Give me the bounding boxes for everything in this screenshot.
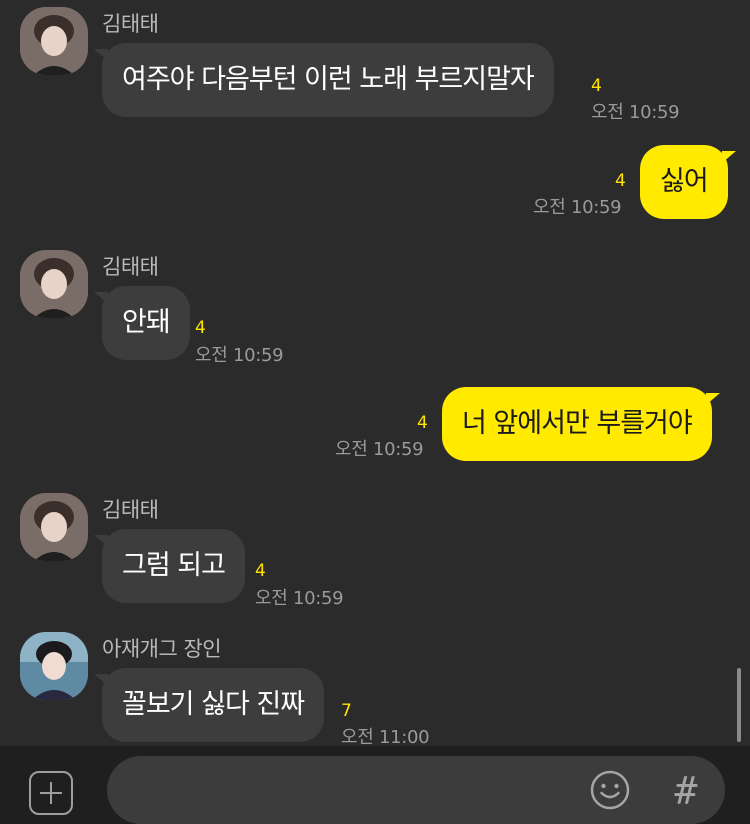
message-time: 오전 10:59 [533, 197, 622, 218]
avatar[interactable] [20, 7, 88, 75]
message-bubble[interactable]: 너 앞에서만 부를거야 [442, 387, 720, 461]
unread-count: 4 [255, 561, 266, 581]
unread-count: 4 [591, 76, 602, 96]
message-bubble[interactable]: 꼴보기 싫다 진짜 [93, 668, 325, 742]
avatar[interactable] [20, 250, 88, 318]
message-input[interactable] [107, 756, 725, 824]
unread-count: 4 [195, 318, 206, 338]
message-bubble[interactable]: 싫어 [640, 145, 736, 219]
smiley-icon [590, 770, 630, 810]
message-bubble[interactable]: 안돼 [94, 286, 190, 360]
sender-name: 김태태 [102, 12, 159, 36]
message-time: 오전 10:59 [591, 102, 680, 123]
hash-button[interactable]: # [666, 766, 706, 816]
message-time: 오전 10:59 [195, 345, 284, 366]
sender-name: 아재개그 장인 [102, 637, 222, 661]
message-bubble[interactable]: 여주야 다음부턴 이런 노래 부르지말자 [94, 43, 554, 117]
unread-count: 7 [341, 701, 352, 721]
sender-name: 김태태 [102, 498, 159, 522]
avatar[interactable] [20, 493, 88, 561]
message-time: 오전 10:59 [255, 588, 344, 609]
message-time: 오전 11:00 [341, 727, 430, 746]
avatar-image [20, 250, 88, 318]
unread-count: 4 [615, 171, 626, 191]
emoji-button[interactable] [588, 768, 632, 812]
add-button[interactable] [29, 771, 73, 815]
avatar-image [20, 7, 88, 75]
avatar[interactable] [20, 632, 88, 700]
unread-count: 4 [417, 413, 428, 433]
avatar-image [20, 493, 88, 561]
sender-name: 김태태 [102, 255, 159, 279]
message-bubble[interactable]: 그럼 되고 [94, 529, 245, 603]
avatar-image [20, 632, 88, 700]
chat-area[interactable]: 김태태 여주야 다음부턴 이런 노래 부르지말자 4 오전 10:59 싫어 4… [0, 0, 750, 746]
message-time: 오전 10:59 [335, 439, 424, 460]
scrollbar[interactable] [737, 668, 741, 742]
